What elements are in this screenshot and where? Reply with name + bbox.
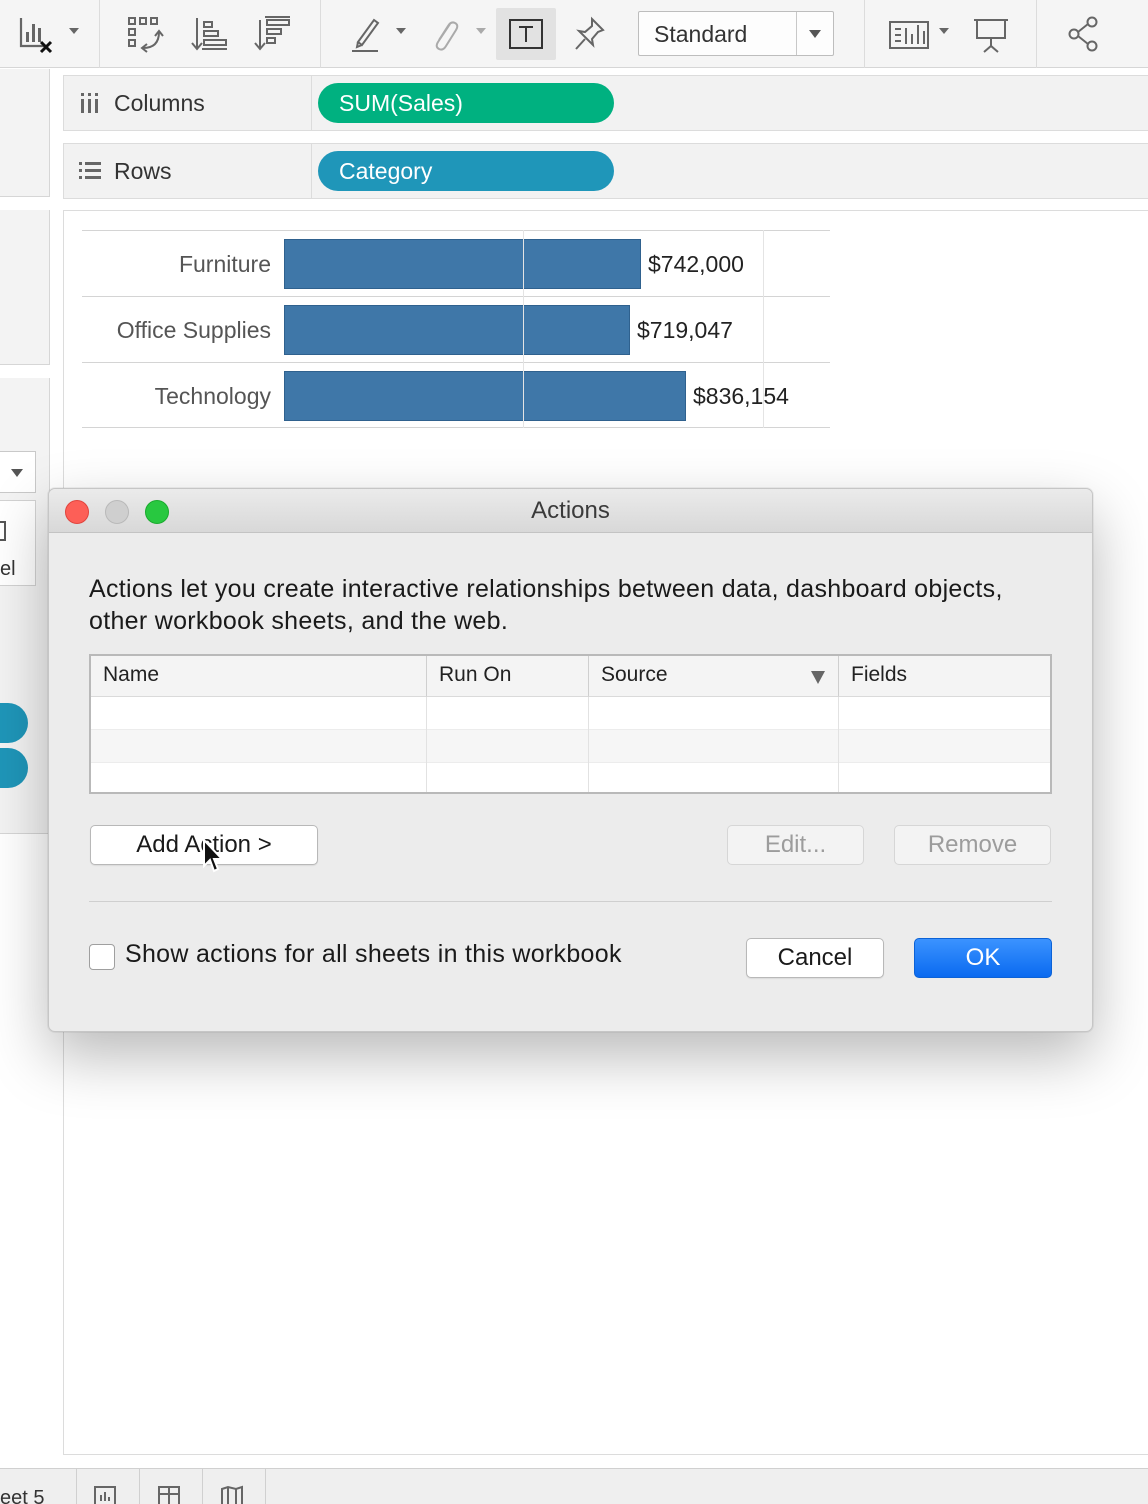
show-me-icon[interactable]	[886, 8, 932, 60]
toolbar-divider	[864, 0, 865, 68]
bar-value-label: $742,000	[648, 251, 744, 277]
table-column-divider	[588, 697, 589, 792]
edit-button[interactable]: Edit...	[727, 825, 864, 865]
columns-shelf-label: Columns	[64, 76, 312, 130]
sort-descending-icon[interactable]	[250, 8, 294, 60]
column-header-source-label: Source	[601, 663, 668, 686]
category-pill[interactable]: Category	[318, 151, 614, 191]
chart-gridline	[523, 230, 524, 428]
presentation-mode-icon[interactable]	[968, 8, 1014, 60]
fit-dropdown-value: Standard	[654, 21, 748, 47]
table-row[interactable]	[91, 697, 1050, 730]
column-header-fields[interactable]: Fields	[839, 656, 1050, 697]
column-header-source[interactable]: Source	[589, 656, 839, 697]
toolbar-divider	[320, 0, 321, 68]
toolbar-divider	[99, 0, 100, 68]
rows-icon	[78, 159, 102, 183]
rows-label: Rows	[114, 157, 172, 184]
chart-row[interactable]: Office Supplies $719,047	[82, 296, 830, 362]
category-label: Furniture	[178, 251, 271, 277]
show-mark-labels-icon[interactable]	[496, 8, 556, 60]
table-column-divider	[838, 697, 839, 792]
fit-dropdown[interactable]: Standard	[638, 11, 834, 56]
sheet-divider	[76, 1469, 77, 1504]
cancel-button[interactable]: Cancel	[746, 938, 884, 978]
highlight-icon[interactable]	[346, 8, 386, 60]
dialog-title: Actions	[531, 497, 610, 524]
dialog-description: Actions let you create interactive relat…	[89, 575, 1003, 635]
show-all-sheets-label[interactable]: Show actions for all sheets in this work…	[125, 940, 622, 969]
marks-pill[interactable]	[0, 703, 28, 743]
chart-row[interactable]: Technology $836,154	[82, 362, 830, 428]
actions-dialog: Actions Actions let you create interacti…	[48, 488, 1093, 1032]
columns-icon	[78, 91, 102, 115]
bar-mark[interactable]	[284, 305, 630, 355]
toolbar-divider	[1036, 0, 1037, 68]
ok-button[interactable]: OK	[914, 938, 1052, 978]
columns-shelf: Columns SUM(Sales)	[63, 75, 1148, 131]
chart-gridline	[763, 230, 764, 428]
group-caret-icon[interactable]	[476, 28, 486, 34]
columns-label: Columns	[114, 89, 205, 116]
rows-shelf: Rows Category	[63, 143, 1148, 199]
chart-row[interactable]: Furniture $742,000	[82, 230, 830, 296]
swap-rows-columns-icon[interactable]	[123, 8, 167, 60]
table-row[interactable]	[91, 730, 1050, 763]
category-label: Office Supplies	[116, 317, 271, 343]
dialog-divider	[89, 901, 1052, 902]
sort-ascending-icon[interactable]	[187, 8, 231, 60]
table-row[interactable]	[91, 763, 1050, 796]
fit-dropdown-divider	[796, 12, 797, 55]
new-dashboard-icon[interactable]	[157, 1485, 181, 1504]
marks-card: el	[0, 378, 50, 834]
pages-pane	[0, 210, 50, 365]
group-paperclip-icon[interactable]	[424, 8, 464, 60]
sheet-tab[interactable]: eet 5	[0, 1487, 44, 1504]
bar-value-label: $836,154	[693, 383, 789, 409]
sheet-tabs-bar: eet 5	[0, 1468, 1148, 1504]
sheet-divider	[265, 1469, 266, 1504]
show-me-caret-icon[interactable]	[939, 28, 949, 34]
sheet-divider	[202, 1469, 203, 1504]
mark-type-dropdown[interactable]	[0, 451, 36, 493]
sum-sales-pill[interactable]: SUM(Sales)	[318, 83, 614, 123]
share-icon[interactable]	[1060, 8, 1106, 60]
mouse-pointer-icon	[202, 837, 226, 874]
clear-sheet-caret-icon[interactable]	[69, 28, 79, 34]
label-mark-button[interactable]: el	[0, 500, 36, 586]
actions-table[interactable]: Name Run On Source Fields	[89, 654, 1052, 794]
new-worksheet-icon[interactable]	[93, 1485, 117, 1504]
clear-sheet-icon[interactable]	[12, 8, 58, 60]
sheet-divider	[139, 1469, 140, 1504]
table-column-divider	[426, 697, 427, 792]
sort-descending-indicator-icon	[811, 671, 825, 684]
bar-mark[interactable]	[284, 371, 686, 421]
category-label: Technology	[154, 383, 271, 409]
rows-shelf-label: Rows	[64, 144, 312, 198]
toolbar: Standard	[0, 0, 1148, 68]
chevron-down-icon	[809, 30, 821, 38]
bar-mark[interactable]	[284, 239, 641, 289]
chevron-down-icon	[11, 469, 23, 477]
label-mark-icon	[0, 521, 6, 541]
column-header-name[interactable]: Name	[91, 656, 427, 697]
data-pane-top	[0, 69, 50, 197]
bar-value-label: $719,047	[637, 317, 733, 343]
dialog-titlebar[interactable]: Actions	[49, 489, 1092, 533]
marks-pill[interactable]	[0, 748, 28, 788]
label-mark-text: el	[0, 558, 16, 580]
show-all-sheets-checkbox[interactable]	[89, 944, 115, 970]
pin-axis-icon[interactable]	[568, 8, 612, 60]
highlight-caret-icon[interactable]	[396, 28, 406, 34]
column-header-run-on[interactable]: Run On	[427, 656, 589, 697]
remove-button[interactable]: Remove	[894, 825, 1051, 865]
new-story-icon[interactable]	[220, 1485, 244, 1504]
